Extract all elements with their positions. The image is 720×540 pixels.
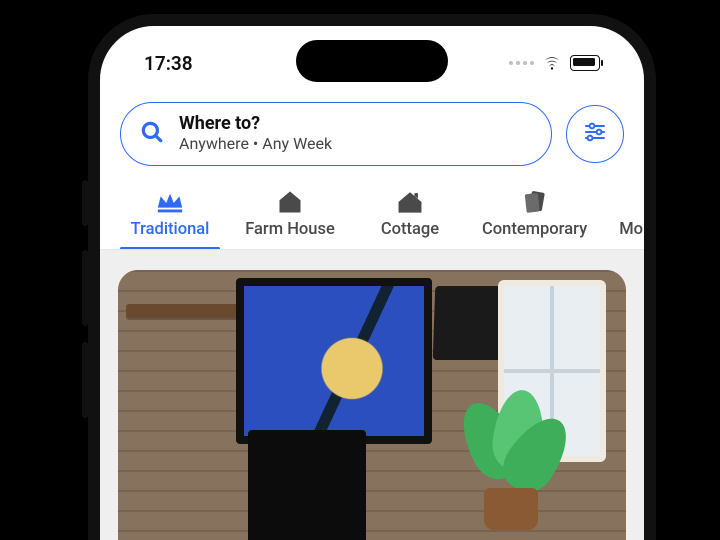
phone-frame: 17:38 Where to? Anywhere • An	[88, 14, 656, 540]
cottage-icon	[395, 188, 425, 216]
cellular-dots-icon	[509, 61, 534, 65]
search-title: Where to?	[179, 114, 332, 135]
tab-label: Farm House	[245, 220, 335, 239]
tab-label: Mo	[619, 220, 643, 239]
search-text: Where to? Anywhere • Any Week	[179, 114, 332, 153]
search-bar[interactable]: Where to? Anywhere • Any Week	[120, 102, 552, 166]
barn-icon	[275, 188, 305, 216]
tab-cottage[interactable]: Cottage	[350, 184, 470, 249]
search-icon	[139, 119, 165, 149]
cards-icon	[520, 188, 550, 216]
status-time: 17:38	[144, 52, 193, 75]
listings-scroll[interactable]	[100, 250, 644, 540]
status-right	[509, 52, 600, 75]
category-tabs: Traditional Farm House Cottage	[100, 184, 644, 250]
tab-traditional[interactable]: Traditional	[110, 184, 230, 249]
listing-card[interactable]	[118, 270, 626, 540]
battery-icon	[570, 55, 600, 71]
placeholder-icon	[616, 188, 644, 216]
filter-button[interactable]	[566, 105, 624, 163]
tab-farmhouse[interactable]: Farm House	[230, 184, 350, 249]
device-frame-stage: 17:38 Where to? Anywhere • An	[0, 0, 720, 540]
tab-contemporary[interactable]: Contemporary	[470, 184, 599, 249]
sliders-icon	[583, 120, 607, 148]
tab-label: Traditional	[131, 220, 210, 239]
status-bar: 17:38	[100, 48, 644, 78]
wifi-icon	[542, 52, 562, 75]
tab-label: Contemporary	[482, 220, 587, 239]
crown-icon	[155, 188, 185, 216]
screen: 17:38 Where to? Anywhere • An	[100, 26, 644, 540]
tab-more-truncated[interactable]: Mo	[599, 184, 644, 249]
search-subtitle: Anywhere • Any Week	[179, 135, 332, 153]
listing-photo	[118, 270, 626, 540]
tab-label: Cottage	[381, 220, 439, 239]
